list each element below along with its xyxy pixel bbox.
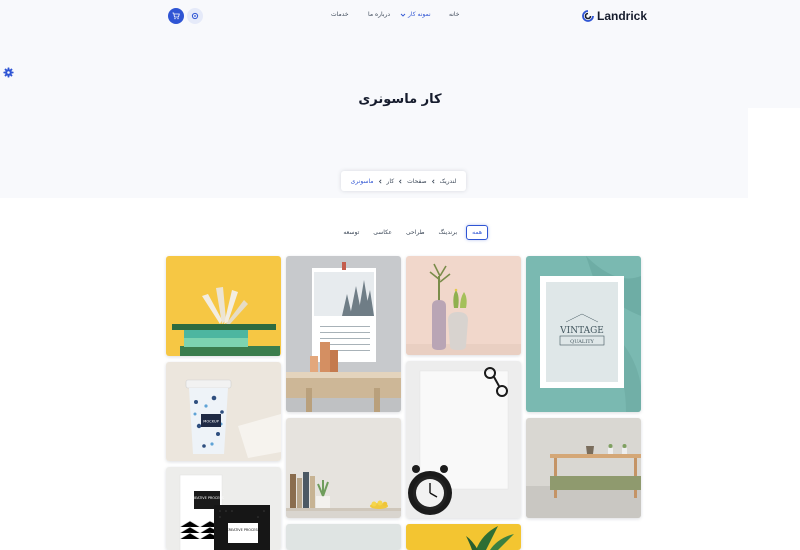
portfolio-item-calendar[interactable] [286,256,401,412]
filter-branding[interactable]: برندینگ [433,225,462,240]
breadcrumb-item-pages[interactable]: صفحات [407,178,426,185]
portfolio-item-plant-yellow[interactable] [406,524,521,550]
portfolio-item-books[interactable] [166,256,281,356]
chevron-left-icon [378,179,382,183]
books-image [166,256,281,356]
portfolio-item-shelf[interactable] [286,418,401,518]
settings-button[interactable] [187,8,203,24]
filter-photography[interactable]: عکاسی [368,225,397,240]
poster-line-1: VINTAGE [559,326,604,336]
portfolio-item-vintage-poster[interactable]: VINTAGE QUALITY [526,256,641,412]
cart-button[interactable] [168,8,184,24]
filter-all[interactable]: همه [466,225,488,240]
cart-icon [172,12,180,20]
logo-icon [582,10,594,22]
table-image [526,418,641,518]
portfolio-filters: همه برندینگ طراحی عکاسی توسعه [322,224,488,241]
chevron-left-icon [399,179,402,183]
portfolio-item-partial[interactable] [286,524,401,550]
brand-name: Landrick [597,9,648,23]
gear-icon [191,12,199,20]
breadcrumb-item-brand[interactable]: لندریک [440,178,457,185]
portfolio-item-clock[interactable] [406,361,521,518]
vases-image [406,256,521,355]
calendar-image [286,256,401,412]
nav-home[interactable]: خانه [449,11,459,18]
nav-services[interactable]: خدمات [331,11,349,18]
poster-line-2: QUALITY [570,339,594,345]
chevron-down-icon [400,13,406,17]
portfolio-item-coffee-cup[interactable]: MOCKUP [166,362,281,461]
notebooks-image: CREATIVE PROCESS CREATIVE PROCESS [166,467,281,550]
cup-label: MOCKUP [203,420,219,424]
portfolio-item-notebooks[interactable]: CREATIVE PROCESS CREATIVE PROCESS [166,467,281,550]
breadcrumb: لندریک صفحات کار ماسونری [341,171,466,191]
page-title: کار ماسونری [358,92,442,107]
vintage-poster-image: VINTAGE QUALITY [526,256,641,412]
gear-icon[interactable] [3,67,14,78]
shelf-image [286,418,401,518]
book-label-2: CREATIVE PROCESS [226,528,259,532]
breadcrumb-item-work[interactable]: کار [387,178,395,185]
breadcrumb-current: ماسونری [350,177,374,185]
coffee-cup-image: MOCKUP [166,362,281,461]
clock-image [406,361,521,518]
partial-image [286,524,401,550]
chevron-left-icon [431,179,435,183]
book-label-1: CREATIVE PROCESS [190,496,223,500]
plant-yellow-image [406,524,521,550]
nav-portfolio-label: نمونه کار [408,11,431,18]
portfolio-item-vases[interactable] [406,256,521,355]
filter-development[interactable]: توسعه [338,225,364,240]
portfolio-item-table[interactable] [526,418,641,518]
filter-design[interactable]: طراحی [401,225,429,240]
nav-about[interactable]: درباره ما [368,11,390,18]
nav-portfolio[interactable]: نمونه کار [400,11,431,18]
brand-logo[interactable]: Landrick [582,9,647,23]
